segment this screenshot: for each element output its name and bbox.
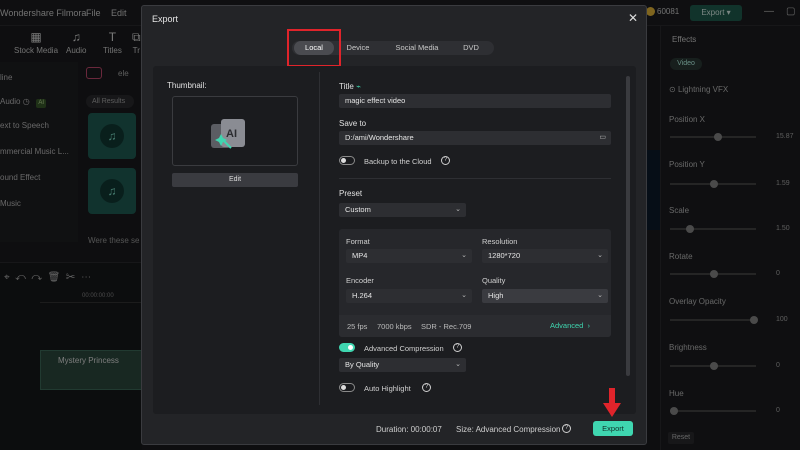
quality-select[interactable]: High ⌄ — [482, 289, 608, 303]
local-tab-highlight — [287, 29, 341, 67]
edit-thumbnail-button[interactable]: Edit — [172, 173, 298, 187]
auto-highlight-toggle[interactable] — [339, 383, 355, 392]
size-text: Size: Advanced Compression — [456, 425, 561, 434]
fps-value: 25 fps — [347, 322, 368, 331]
export-dialog: Export ✕ Local Device Social Media DVD T… — [141, 5, 647, 445]
preset-select[interactable]: Custom ⌄ — [339, 203, 466, 217]
divider — [319, 72, 320, 405]
resolution-label: Resolution — [482, 237, 518, 246]
chevron-down-icon: ⌄ — [597, 292, 603, 299]
thumbnail-label: Thumbnail: — [167, 81, 207, 90]
auto-highlight-label: Auto Highlight — [364, 384, 411, 393]
resolution-select[interactable]: 1280*720 ⌄ — [482, 249, 608, 263]
help-icon[interactable]: ? — [441, 156, 450, 165]
red-arrow-icon — [603, 388, 621, 417]
save-to-label: Save to — [339, 119, 367, 128]
save-to-input[interactable]: D:/ami/Wondershare ▭ — [339, 131, 611, 145]
advanced-settings-link[interactable]: Advanced › — [550, 321, 590, 330]
duration-text: Duration: 00:00:07 — [376, 425, 442, 434]
title-label: Title ⌁ — [339, 82, 361, 91]
encoder-label: Encoder — [346, 276, 374, 285]
chevron-down-icon: ⌄ — [455, 361, 461, 368]
dialog-title: Export — [152, 14, 179, 24]
chevron-down-icon: ⌄ — [461, 252, 467, 259]
color-space-value: SDR - Rec.709 — [421, 322, 472, 331]
tab-device[interactable]: Device — [338, 41, 378, 55]
help-icon[interactable]: ? — [453, 343, 462, 352]
encoder-select[interactable]: H.264 ⌄ — [346, 289, 472, 303]
close-icon[interactable]: ✕ — [628, 11, 638, 25]
advanced-compression-toggle[interactable] — [339, 343, 355, 352]
format-select[interactable]: MP4 ⌄ — [346, 249, 472, 263]
backup-cloud-label: Backup to the Cloud — [364, 157, 432, 166]
bitrate-value: 7000 kbps — [377, 322, 412, 331]
ai-image-icon: AI — [211, 119, 245, 149]
chevron-down-icon: ⌄ — [461, 292, 467, 299]
chevron-down-icon: ⌄ — [597, 252, 603, 259]
tab-dvd[interactable]: DVD — [452, 41, 490, 55]
folder-icon: ▭ — [599, 134, 606, 141]
backup-cloud-toggle[interactable] — [339, 156, 355, 165]
advanced-compression-label: Advanced Compression — [364, 344, 444, 353]
compression-mode-select[interactable]: By Quality ⌄ — [339, 358, 466, 372]
divider — [339, 178, 611, 179]
preset-label: Preset — [339, 189, 363, 198]
ai-title-icon: ⌁ — [356, 82, 361, 91]
quality-label: Quality — [482, 276, 506, 285]
help-icon[interactable]: ? — [422, 383, 431, 392]
export-button[interactable]: Export — [593, 421, 633, 436]
tab-social-media[interactable]: Social Media — [384, 41, 450, 55]
format-label: Format — [346, 237, 370, 246]
svg-text:AI: AI — [226, 128, 237, 140]
help-icon[interactable]: ? — [562, 424, 571, 433]
title-input[interactable]: magic effect video — [339, 94, 611, 108]
settings-scrollbar[interactable] — [626, 76, 630, 376]
chevron-down-icon: ⌄ — [455, 206, 461, 213]
